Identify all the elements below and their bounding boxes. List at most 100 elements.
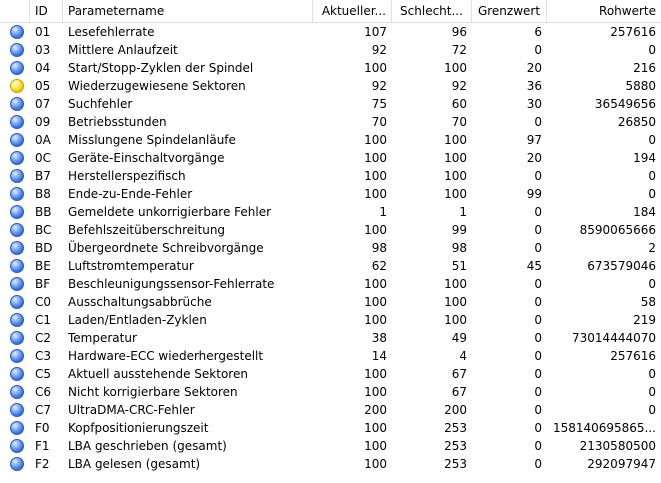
- attribute-id: C5: [35, 367, 52, 381]
- attribute-name: Betriebsstunden: [68, 115, 167, 129]
- current-value: 100: [364, 169, 387, 183]
- column-header-raw[interactable]: Rohwerte: [547, 0, 661, 22]
- threshold-value: 0: [534, 439, 542, 453]
- table-header: ID Parametername Aktueller... Schlecht..…: [0, 0, 661, 23]
- worst-value: 60: [451, 97, 467, 111]
- attribute-id: C2: [35, 331, 52, 345]
- table-row[interactable]: F2 LBA gelesen (gesamt) 100 253 0 292097947: [0, 455, 661, 473]
- status-ok-icon: [10, 457, 24, 471]
- status-ok-icon: [10, 25, 24, 39]
- current-value: 62: [371, 259, 387, 273]
- status-ok-icon: [10, 349, 24, 363]
- status-ok-icon: [10, 439, 24, 453]
- table-row[interactable]: B7 Herstellerspezifisch 100 100 0 0: [0, 167, 661, 185]
- column-header-status[interactable]: [0, 0, 30, 22]
- status-ok-icon: [10, 151, 24, 165]
- table-row[interactable]: 09 Betriebsstunden 70 70 0 26850: [0, 113, 661, 131]
- table-row[interactable]: BC Befehlszeitüberschreitung 100 99 0 8590065…: [0, 221, 661, 239]
- threshold-value: 0: [534, 205, 542, 219]
- current-value: 70: [371, 115, 387, 129]
- current-value: 92: [371, 43, 387, 57]
- column-header-current[interactable]: Aktueller...: [313, 0, 392, 22]
- attribute-name: Luftstromtemperatur: [68, 259, 194, 273]
- table-row[interactable]: C5 Aktuell ausstehende Sektoren 100 67 0 0: [0, 365, 661, 383]
- table-row[interactable]: 0A Misslungene Spindelanläufe 100 100 97 0: [0, 131, 661, 149]
- threshold-value: 36: [526, 79, 542, 93]
- threshold-value: 0: [534, 385, 542, 399]
- table-row[interactable]: C1 Laden/Entladen-Zyklen 100 100 0 219: [0, 311, 661, 329]
- table-row[interactable]: C3 Hardware-ECC wiederhergestellt 14 4 0 2576…: [0, 347, 661, 365]
- status-cell: [0, 383, 30, 401]
- worst-value: 1: [459, 205, 467, 219]
- attribute-name: Aktuell ausstehende Sektoren: [68, 367, 248, 381]
- table-row[interactable]: C7 UltraDMA-CRC-Fehler 200 200 0 0: [0, 401, 661, 419]
- attribute-name: Kopfpositionierungszeit: [68, 421, 209, 435]
- attribute-id: 01: [35, 25, 51, 39]
- table-row[interactable]: BB Gemeldete unkorrigierbare Fehler 1 1 0 184: [0, 203, 661, 221]
- threshold-value: 20: [526, 151, 542, 165]
- status-ok-icon: [10, 43, 24, 57]
- status-cell: [0, 167, 30, 185]
- worst-value: 100: [444, 151, 467, 165]
- table-row[interactable]: F1 LBA geschrieben (gesamt) 100 253 0 2130580…: [0, 437, 661, 455]
- attribute-name: Start/Stopp-Zyklen der Spindel: [68, 61, 254, 75]
- threshold-value: 0: [534, 223, 542, 237]
- attribute-name: UltraDMA-CRC-Fehler: [68, 403, 195, 417]
- table-row[interactable]: 04 Start/Stopp-Zyklen der Spindel 100 100 20…: [0, 59, 661, 77]
- status-cell: [0, 347, 30, 365]
- threshold-value: 0: [534, 241, 542, 255]
- threshold-value: 0: [534, 403, 542, 417]
- table-row[interactable]: 03 Mittlere Anlaufzeit 92 72 0 0: [0, 41, 661, 59]
- column-header-id[interactable]: ID: [30, 0, 63, 22]
- attribute-id: C7: [35, 403, 52, 417]
- status-ok-icon: [10, 277, 24, 291]
- status-ok-icon: [10, 241, 24, 255]
- worst-value: 49: [451, 331, 467, 345]
- attribute-name: LBA geschrieben (gesamt): [68, 439, 227, 453]
- attribute-id: 0A: [35, 133, 51, 147]
- table-row[interactable]: 05 Wiederzugewiesene Sektoren 92 92 36 5880: [0, 77, 661, 95]
- column-header-worst[interactable]: Schlecht...: [392, 0, 472, 22]
- attribute-name: Wiederzugewiesene Sektoren: [68, 79, 246, 93]
- attribute-id: BB: [35, 205, 52, 219]
- status-ok-icon: [10, 421, 24, 435]
- raw-value: 219: [633, 313, 656, 327]
- table-row[interactable]: BF Beschleunigungssensor-Fehlerrate 100 100…: [0, 275, 661, 293]
- table-row[interactable]: BD Übergeordnete Schreibvorgänge 98 98 0 2: [0, 239, 661, 257]
- status-cell: [0, 401, 30, 419]
- status-cell: [0, 203, 30, 221]
- worst-value: 99: [451, 223, 467, 237]
- table-row[interactable]: C2 Temperatur 38 49 0 73014444070: [0, 329, 661, 347]
- table-row[interactable]: F0 Kopfpositionierungszeit 100 253 0 15814069…: [0, 419, 661, 437]
- status-cell: [0, 95, 30, 113]
- table-row[interactable]: B8 Ende-zu-Ende-Fehler 100 100 99 0: [0, 185, 661, 203]
- attribute-id: BD: [35, 241, 53, 255]
- threshold-value: 0: [534, 367, 542, 381]
- attribute-id: 0C: [35, 151, 52, 165]
- worst-value: 253: [444, 439, 467, 453]
- raw-value: 673579046: [587, 259, 656, 273]
- status-ok-icon: [10, 331, 24, 345]
- attribute-name: Geräte-Einschaltvorgänge: [68, 151, 225, 165]
- table-row[interactable]: BE Luftstromtemperatur 62 51 45 673579046: [0, 257, 661, 275]
- table-row[interactable]: C0 Ausschaltungsabbrüche 100 100 0 58: [0, 293, 661, 311]
- attribute-name: LBA gelesen (gesamt): [68, 457, 201, 471]
- status-cell: [0, 41, 30, 59]
- table-row[interactable]: 0C Geräte-Einschaltvorgänge 100 100 20 194: [0, 149, 661, 167]
- threshold-value: 0: [534, 313, 542, 327]
- attribute-name: Übergeordnete Schreibvorgänge: [68, 241, 264, 255]
- attribute-name: Ausschaltungsabbrüche: [68, 295, 212, 309]
- worst-value: 100: [444, 277, 467, 291]
- status-ok-icon: [10, 295, 24, 309]
- attribute-name: Gemeldete unkorrigierbare Fehler: [68, 205, 272, 219]
- current-value: 98: [371, 241, 387, 255]
- column-header-threshold[interactable]: Grenzwert: [472, 0, 547, 22]
- current-value: 100: [364, 277, 387, 291]
- raw-value: 184: [633, 205, 656, 219]
- raw-value: 0: [648, 385, 656, 399]
- column-header-name[interactable]: Parametername: [63, 0, 313, 22]
- table-row[interactable]: 01 Lesefehlerrate 107 96 6 257616: [0, 23, 661, 41]
- table-row[interactable]: 07 Suchfehler 75 60 30 36549656: [0, 95, 661, 113]
- status-cell: [0, 455, 30, 473]
- table-row[interactable]: C6 Nicht korrigierbare Sektoren 100 67 0 0: [0, 383, 661, 401]
